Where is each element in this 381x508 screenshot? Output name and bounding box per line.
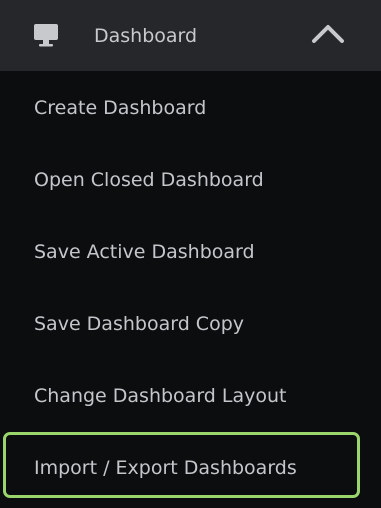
monitor-icon bbox=[34, 24, 58, 47]
menu-item-import-export-dashboards[interactable]: Import / Export Dashboards bbox=[3, 432, 360, 498]
menu-item-create-dashboard[interactable]: Create Dashboard bbox=[0, 72, 381, 144]
menu-item-open-closed-dashboard[interactable]: Open Closed Dashboard bbox=[0, 144, 381, 216]
menu-item-label: Save Dashboard Copy bbox=[34, 313, 244, 335]
dashboard-menu-title: Dashboard bbox=[94, 25, 198, 47]
chevron-up-icon[interactable] bbox=[311, 22, 345, 44]
dashboard-menu-header[interactable]: Dashboard bbox=[0, 0, 381, 71]
menu-item-label: Open Closed Dashboard bbox=[34, 169, 264, 191]
menu-item-save-dashboard-copy[interactable]: Save Dashboard Copy bbox=[0, 288, 381, 360]
menu-item-label: Import / Export Dashboards bbox=[34, 457, 297, 479]
menu-item-change-dashboard-layout[interactable]: Change Dashboard Layout bbox=[0, 360, 381, 432]
menu-item-label: Create Dashboard bbox=[34, 97, 207, 119]
dashboard-menu: Dashboard Create Dashboard Open Closed D… bbox=[0, 0, 381, 508]
menu-item-label: Save Active Dashboard bbox=[34, 241, 255, 263]
menu-item-label: Change Dashboard Layout bbox=[34, 385, 287, 407]
menu-item-save-active-dashboard[interactable]: Save Active Dashboard bbox=[0, 216, 381, 288]
